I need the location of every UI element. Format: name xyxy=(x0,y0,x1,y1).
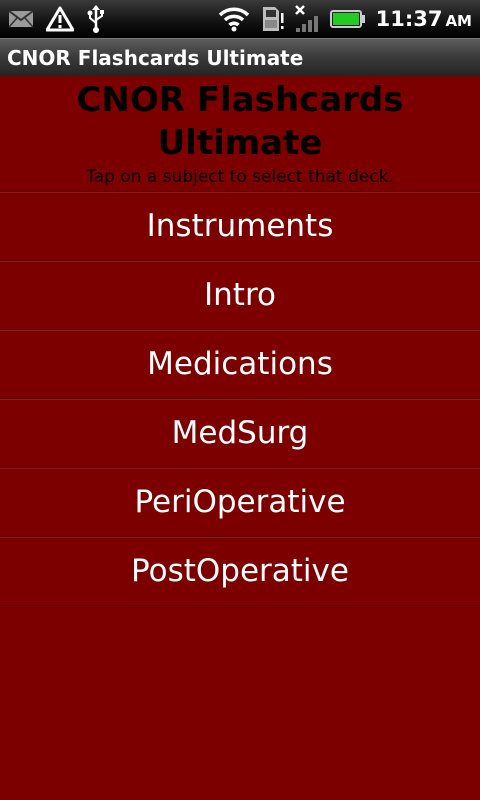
app-title: CNOR Flashcards Ultimate xyxy=(7,45,304,70)
page-title-line1: CNOR Flashcards xyxy=(76,80,404,120)
status-ampm: AM xyxy=(445,12,472,30)
wifi-icon xyxy=(218,6,250,32)
main-content: CNOR Flashcards Ultimate Tap on a subjec… xyxy=(0,76,480,800)
deck-item-perioperative[interactable]: PeriOperative xyxy=(0,468,480,537)
deck-item-medsurg[interactable]: MedSurg xyxy=(0,399,480,468)
page-title: CNOR Flashcards Ultimate xyxy=(0,76,480,165)
deck-list: Instruments Intro Medications MedSurg Pe… xyxy=(0,191,480,606)
warning-icon xyxy=(46,6,74,32)
sd-card-icon xyxy=(260,5,284,33)
app-title-bar: CNOR Flashcards Ultimate xyxy=(0,38,480,76)
deck-item-postoperative[interactable]: PostOperative xyxy=(0,537,480,606)
gmail-icon xyxy=(8,9,34,29)
page-title-line2: Ultimate xyxy=(157,123,323,163)
deck-item-intro[interactable]: Intro xyxy=(0,261,480,330)
no-signal-icon xyxy=(294,4,320,34)
status-bar: 11:37 AM xyxy=(0,0,480,38)
status-time: 11:37 xyxy=(375,7,443,31)
app-screen: 11:37 AM CNOR Flashcards Ultimate CNOR Fl… xyxy=(0,0,480,800)
usb-icon xyxy=(86,5,106,33)
status-bar-left xyxy=(8,5,106,33)
deck-item-medications[interactable]: Medications xyxy=(0,330,480,399)
battery-icon xyxy=(329,9,366,29)
status-clock: 11:37 AM xyxy=(376,7,472,31)
page-subtitle: Tap on a subject to select that deck. xyxy=(86,167,394,187)
status-bar-right: 11:37 AM xyxy=(218,4,472,34)
deck-item-instruments[interactable]: Instruments xyxy=(0,192,480,261)
